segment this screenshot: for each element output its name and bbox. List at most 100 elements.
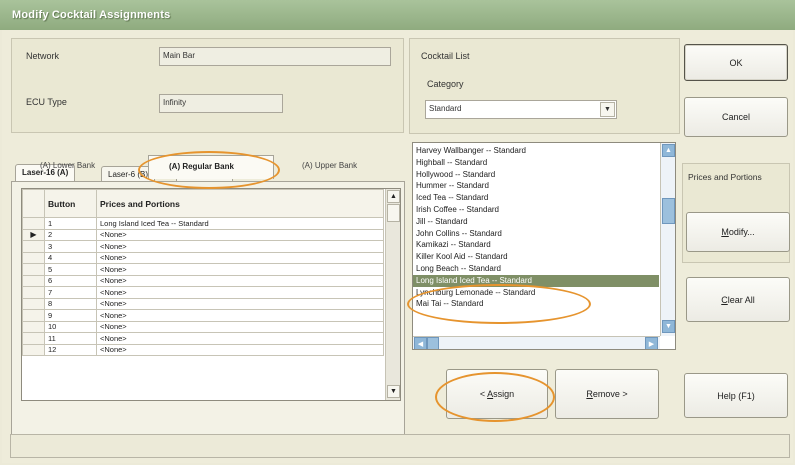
subtab-lower-bank[interactable]: (A) Lower Bank (40, 161, 95, 170)
table-row[interactable]: 5 <None> (22, 263, 384, 276)
list-item[interactable]: Long Island Iced Tea -- Standard (413, 274, 659, 287)
row-selector[interactable] (22, 332, 45, 345)
row-selector[interactable] (22, 297, 45, 310)
cell-button-number[interactable]: 7 (44, 286, 97, 299)
current-row-arrow-icon[interactable]: ▶ (22, 228, 45, 241)
cell-button-number[interactable]: 11 (44, 332, 97, 345)
table-row[interactable]: ▶ 2 <None> (22, 228, 384, 241)
cell-button-number[interactable]: 5 (44, 263, 97, 276)
listbox-vscroll[interactable]: ▲ ▼ (660, 143, 675, 336)
chevron-down-icon[interactable]: ▼ (600, 102, 615, 117)
row-selector[interactable] (22, 274, 45, 287)
grid-header-row: Button Prices and Portions (22, 189, 384, 218)
list-hscroll-thumb[interactable] (427, 337, 439, 349)
table-row[interactable]: 7 <None> (22, 286, 384, 299)
cell-button-number[interactable]: 2 (44, 228, 97, 241)
cell-prices-portions[interactable]: <None> (96, 320, 384, 333)
clear-all-button[interactable]: Clear All (686, 277, 790, 322)
row-selector[interactable] (22, 309, 45, 322)
help-button[interactable]: Help (F1) (684, 373, 788, 418)
remove-button-label: Remove > (586, 389, 628, 399)
row-selector[interactable] (22, 263, 45, 276)
list-scroll-up-icon[interactable]: ▲ (662, 144, 675, 157)
category-select[interactable]: Standard ▼ (425, 100, 617, 119)
row-selector[interactable] (22, 343, 45, 356)
ok-button[interactable]: OK (684, 44, 788, 81)
table-row[interactable]: 8 <None> (22, 297, 384, 310)
cell-prices-portions[interactable]: <None> (96, 286, 384, 299)
table-row[interactable]: 6 <None> (22, 274, 384, 287)
list-item[interactable]: Irish Coffee -- Standard (413, 204, 659, 216)
list-item[interactable]: Iced Tea -- Standard (413, 192, 659, 204)
cell-button-number[interactable]: 8 (44, 297, 97, 310)
list-item[interactable]: John Collins -- Standard (413, 228, 659, 240)
subtab-regular-bank[interactable]: (A) Regular Bank (169, 162, 234, 171)
list-item[interactable]: Lynchburg Lemonade -- Standard (413, 287, 659, 299)
cell-prices-portions[interactable]: <None> (96, 343, 384, 356)
cell-button-number[interactable]: 6 (44, 274, 97, 287)
table-row[interactable]: 4 <None> (22, 251, 384, 264)
scroll-thumb[interactable] (387, 204, 400, 222)
network-field[interactable]: Main Bar (159, 47, 391, 66)
window-titlebar: Modify Cocktail Assignments (0, 0, 795, 30)
table-row[interactable]: 3 <None> (22, 240, 384, 253)
scroll-down-arrow-icon[interactable]: ▼ (387, 385, 400, 398)
list-item[interactable]: Killer Kool Aid -- Standard (413, 251, 659, 263)
list-scroll-left-icon[interactable]: ◀ (414, 337, 427, 349)
cell-prices-portions[interactable]: <None> (96, 274, 384, 287)
row-selector[interactable] (22, 217, 45, 230)
ecu-type-field[interactable]: Infinity (159, 94, 283, 113)
tab-laser-6[interactable]: Laser-6 (B) (101, 166, 156, 182)
table-row[interactable]: 9 <None> (22, 309, 384, 322)
grid-header-button[interactable]: Button (44, 189, 97, 218)
window-title: Modify Cocktail Assignments (12, 9, 171, 21)
list-item[interactable]: Mai Tai -- Standard (413, 298, 659, 310)
cell-button-number[interactable]: 10 (44, 320, 97, 333)
cell-prices-portions[interactable]: <None> (96, 332, 384, 345)
cell-prices-portions[interactable]: <None> (96, 228, 384, 241)
scroll-up-arrow-icon[interactable]: ▲ (387, 190, 400, 203)
table-row[interactable]: 12 <None> (22, 343, 384, 356)
list-item[interactable]: Harvey Wallbanger -- Standard (413, 145, 659, 157)
network-label: Network (26, 51, 60, 61)
list-item[interactable]: Hummer -- Standard (413, 180, 659, 192)
cell-prices-portions[interactable]: <None> (96, 263, 384, 276)
cell-button-number[interactable]: 1 (44, 217, 97, 230)
assign-button[interactable]: < Assign (446, 369, 548, 419)
list-item[interactable]: Hollywood -- Standard (413, 169, 659, 181)
cancel-button[interactable]: Cancel (684, 97, 788, 137)
table-row[interactable]: 10 <None> (22, 320, 384, 333)
cell-prices-portions[interactable]: <None> (96, 251, 384, 264)
list-scroll-right-icon[interactable]: ▶ (645, 337, 658, 349)
list-scroll-thumb[interactable] (662, 198, 675, 224)
modify-button[interactable]: Modify... (686, 212, 790, 252)
row-selector[interactable] (22, 320, 45, 333)
table-row[interactable]: 1 Long Island Iced Tea -- Standard (22, 217, 384, 230)
grid-scrollbar[interactable]: ▲ ▼ (385, 189, 400, 400)
list-item[interactable]: Jill -- Standard (413, 216, 659, 228)
assignment-grid[interactable]: Button Prices and Portions 1 Long Island … (21, 188, 401, 401)
listbox-hscroll[interactable]: ◀ ▶ (413, 336, 660, 349)
row-selector[interactable] (22, 240, 45, 253)
list-item[interactable]: Kamikazi -- Standard (413, 239, 659, 251)
grid-header-prices[interactable]: Prices and Portions (96, 189, 384, 218)
cell-prices-portions[interactable]: <None> (96, 309, 384, 322)
table-row[interactable]: 11 <None> (22, 332, 384, 345)
remove-button[interactable]: Remove > (555, 369, 659, 419)
cell-prices-portions[interactable]: <None> (96, 240, 384, 253)
list-item[interactable]: Highball -- Standard (413, 157, 659, 169)
cell-button-number[interactable]: 9 (44, 309, 97, 322)
cocktail-listbox[interactable]: Harvey Wallbanger -- Standard Highball --… (412, 142, 676, 350)
cell-prices-portions[interactable]: Long Island Iced Tea -- Standard (96, 217, 384, 230)
cell-button-number[interactable]: 12 (44, 343, 97, 356)
cell-prices-portions[interactable]: <None> (96, 297, 384, 310)
cell-button-number[interactable]: 3 (44, 240, 97, 253)
row-selector[interactable] (22, 251, 45, 264)
row-selector[interactable] (22, 286, 45, 299)
subtab-upper-bank[interactable]: (A) Upper Bank (302, 161, 357, 170)
list-item[interactable]: Long Beach -- Standard (413, 263, 659, 275)
list-scroll-down-icon[interactable]: ▼ (662, 320, 675, 333)
status-bar (10, 434, 790, 458)
cell-button-number[interactable]: 4 (44, 251, 97, 264)
clear-all-button-label: Clear All (721, 294, 755, 305)
